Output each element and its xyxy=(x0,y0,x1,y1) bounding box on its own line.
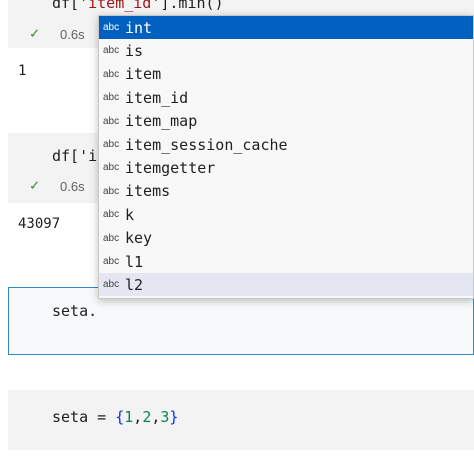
word-completion-icon: abc xyxy=(103,92,120,104)
suggestion-item[interactable]: abc is xyxy=(99,39,473,62)
word-completion-icon: abc xyxy=(103,139,120,150)
check-icon: ✓ xyxy=(30,176,40,194)
suggestion-item[interactable]: abc item xyxy=(99,63,473,86)
suggestion-item[interactable]: abc itemgetter xyxy=(99,156,473,179)
suggestion-item[interactable]: abc int xyxy=(99,16,473,39)
suggestion-item[interactable]: abc k xyxy=(99,203,473,226)
cell-1-output: 1 xyxy=(18,63,27,79)
suggestion-label: l2 xyxy=(125,275,144,294)
suggestion-item[interactable]: abc item_session_cache xyxy=(99,133,473,156)
suggestion-label: itemgetter xyxy=(125,158,216,177)
suggestion-label: item xyxy=(125,65,162,84)
suggestion-label: item_map xyxy=(125,112,198,131)
word-completion-icon: abc xyxy=(103,115,120,127)
word-completion-icon: abc xyxy=(103,232,120,244)
word-completion-icon: abc xyxy=(103,279,120,291)
active-cell-code: seta. xyxy=(52,302,98,320)
word-completion-icon: abc xyxy=(103,22,120,33)
suggestion-label: key xyxy=(125,229,153,248)
suggestion-item[interactable]: abc item_map xyxy=(99,110,473,133)
word-completion-icon: abc xyxy=(103,68,120,80)
cell-1-code: df['item_id'].min() xyxy=(52,0,224,12)
cell-2-output: 43097 xyxy=(18,216,61,232)
suggestion-item[interactable]: abc items xyxy=(99,180,473,203)
suggestion-label: item_session_cache xyxy=(125,135,288,154)
word-completion-icon: abc xyxy=(103,256,120,267)
cell-1-exec-time: 0.6s xyxy=(60,27,85,42)
suggestion-label: items xyxy=(125,182,171,201)
suggestion-item[interactable]: abc item_id xyxy=(99,86,473,109)
word-completion-icon: abc xyxy=(103,209,120,221)
word-completion-icon: abc xyxy=(103,162,120,174)
suggestion-item[interactable]: abc l1 xyxy=(99,250,473,273)
cell-4-code: seta = {1,2,3} xyxy=(52,408,179,426)
suggestion-label: l1 xyxy=(125,252,144,271)
suggestion-item[interactable]: abc l2 xyxy=(99,273,473,297)
autocomplete-suggest-widget[interactable]: abc int abc is abc item abc item_id abc item_map a… xyxy=(98,15,474,299)
word-completion-icon: abc xyxy=(103,185,120,197)
word-completion-icon: abc xyxy=(103,45,120,57)
cell-2-exec-time: 0.6s xyxy=(60,179,85,194)
suggestion-item[interactable]: abc key xyxy=(99,227,473,250)
suggestion-label: item_id xyxy=(125,88,189,107)
check-icon: ✓ xyxy=(30,24,40,42)
suggestion-label: k xyxy=(125,205,135,224)
cell-2-code: df['i xyxy=(52,147,98,165)
suggestion-label: int xyxy=(125,18,153,37)
suggestion-label: is xyxy=(125,41,144,60)
